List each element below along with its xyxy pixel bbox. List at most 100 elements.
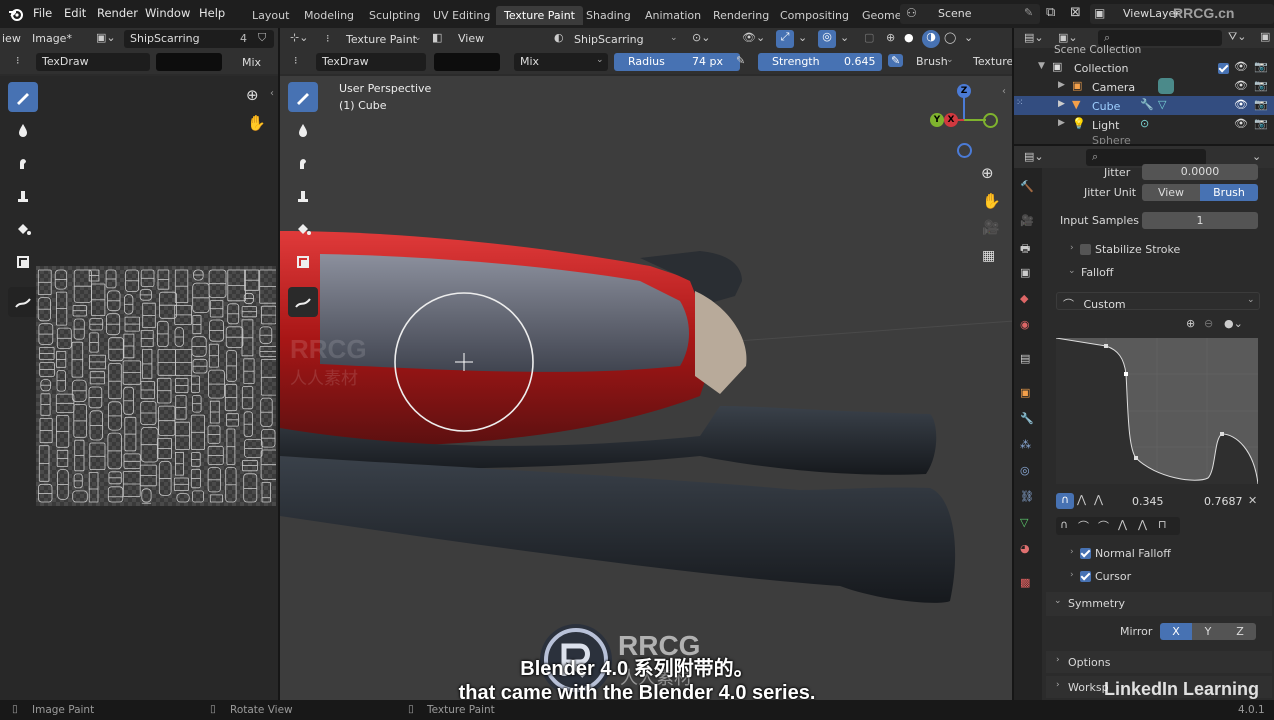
data-tab-icon[interactable]: ▽	[1020, 516, 1028, 529]
view-layer-tab-icon[interactable]: ▣	[1020, 266, 1030, 279]
light-data-icon[interactable]: ⊙	[1140, 117, 1149, 130]
delete-point-icon[interactable]: ✕	[1248, 494, 1257, 507]
shading-dropdown-icon[interactable]: ⌄	[964, 31, 973, 44]
curve-point-x[interactable]: 0.345	[1132, 495, 1164, 508]
solid-shading-icon[interactable]: ●	[904, 31, 914, 44]
image-editor[interactable]: ⊕ ✋ ‹	[0, 76, 278, 700]
scene-selector[interactable]: ⚇ Scene ✎	[900, 4, 1040, 24]
image-menu[interactable]: Image*	[32, 32, 72, 45]
render-camera-icon[interactable]: 📷	[1254, 60, 1268, 73]
strength-slider[interactable]: Strength 0.645	[758, 53, 882, 71]
annotate-tool-icon[interactable]	[288, 287, 318, 317]
sharp-preset-icon[interactable]: ⋀	[1118, 518, 1127, 531]
visibility-icon[interactable]: 👁⌄	[742, 31, 765, 44]
xray-icon[interactable]: ▢	[864, 31, 874, 44]
editor-type-icon[interactable]: ▤⌄	[1024, 150, 1044, 163]
tab-rendering[interactable]: Rendering	[713, 9, 769, 22]
outliner-row-light[interactable]: ▶ 💡 Light ⊙ 👁 📷	[1014, 116, 1274, 134]
particles-tab-icon[interactable]: ⁂	[1020, 438, 1031, 451]
brush-field[interactable]: TexDraw	[36, 53, 150, 71]
zoom-out-curve-icon[interactable]: ⊖	[1204, 317, 1213, 330]
options-chevron-icon[interactable]: ⌄	[1252, 150, 1261, 163]
mask-tool-icon[interactable]	[8, 247, 38, 277]
mode-selector[interactable]: ⁝ Texture Paint ⌄	[322, 30, 422, 48]
delete-scene-icon[interactable]: ⊠	[1070, 5, 1081, 20]
view-menu[interactable]: iew	[2, 32, 21, 45]
pin-icon[interactable]: ✎	[1024, 6, 1033, 19]
render-camera-icon[interactable]: 📷	[1254, 79, 1268, 92]
tab-shading[interactable]: Shading	[586, 9, 631, 22]
gizmo-x[interactable]: X	[944, 113, 958, 127]
image-name-field[interactable]: ShipScarring 4 ⛉	[124, 30, 274, 48]
brush-dots-icon[interactable]: ⁝	[16, 54, 20, 67]
zoom-icon[interactable]: ⊕	[981, 164, 994, 182]
mirror-z-button[interactable]: Z	[1224, 623, 1256, 640]
clone-tool-icon[interactable]	[288, 181, 318, 211]
scene-tab-icon[interactable]: ◆	[1020, 292, 1028, 305]
blender-logo-icon[interactable]	[8, 7, 24, 21]
cursor-checkbox[interactable]	[1080, 571, 1091, 582]
outliner-row-cube[interactable]: ⁙ ▶ ▼ Cube 🔧 ▽ 👁 📷	[1014, 96, 1274, 115]
collection-tab-icon[interactable]: ▤	[1020, 352, 1030, 365]
curve-point-y[interactable]: 0.7687	[1204, 495, 1243, 508]
blend-mode-select[interactable]: Mix ⌄	[514, 53, 608, 71]
menu-render[interactable]: Render	[97, 6, 138, 20]
linear-preset-icon[interactable]: ⋀	[1138, 518, 1147, 531]
eye-icon[interactable]: 👁	[1234, 98, 1248, 111]
falloff-curve-widget[interactable]	[1056, 338, 1258, 484]
render-camera-icon[interactable]: 📷	[1254, 98, 1268, 111]
stabilize-stroke-checkbox[interactable]	[1080, 244, 1091, 255]
constraints-tab-icon[interactable]: ⛓	[1020, 490, 1034, 503]
eye-icon[interactable]: 👁	[1234, 60, 1248, 73]
eye-icon[interactable]: 👁	[1234, 79, 1248, 92]
jitter-unit-brush-button[interactable]: Brush	[1200, 184, 1258, 201]
gizmo-y[interactable]: Y	[930, 113, 944, 127]
display-mode-icon[interactable]: ▣⌄	[1058, 31, 1078, 44]
fill-tool-icon[interactable]	[8, 214, 38, 244]
tab-texture-paint[interactable]: Texture Paint	[496, 6, 583, 25]
pressure-strength-icon[interactable]: ✎	[888, 54, 904, 67]
texture-tab-icon[interactable]: ▩	[1020, 576, 1030, 589]
render-camera-icon[interactable]: 📷	[1254, 117, 1268, 130]
tab-geometry-nodes[interactable]: Geome	[862, 9, 902, 22]
gizmo-neg-z[interactable]	[957, 143, 972, 158]
expand-arrow-icon[interactable]: ▶	[1058, 99, 1065, 109]
expand-arrow-icon[interactable]: ▶	[1058, 80, 1065, 90]
pressure-radius-icon[interactable]: ✎	[736, 54, 745, 67]
tab-modeling[interactable]: Modeling	[304, 9, 354, 22]
color-swatch[interactable]	[156, 53, 222, 71]
world-tab-icon[interactable]: ◉	[1020, 318, 1030, 331]
tab-animation[interactable]: Animation	[645, 9, 701, 22]
pan-hand-icon[interactable]: ✋	[982, 192, 1001, 210]
uv-texture-image[interactable]	[36, 266, 276, 506]
material-shading-icon[interactable]: ◑	[922, 30, 940, 48]
texture-menu[interactable]: Texture	[973, 55, 1013, 68]
color-swatch[interactable]	[434, 53, 500, 71]
view-layer-selector[interactable]: ▣ ViewLayer RRCG.cn	[1090, 4, 1274, 24]
object-tab-icon[interactable]: ▣	[1020, 386, 1030, 399]
smear-tool-icon[interactable]	[8, 148, 38, 178]
render-tab-icon[interactable]: 🎥	[1020, 214, 1034, 227]
mask-tool-icon[interactable]	[288, 247, 318, 277]
symmetry-panel-header[interactable]: ⌄ Symmetry	[1046, 592, 1272, 616]
root-preset-icon[interactable]: ⌒	[1098, 518, 1109, 534]
zoom-icon[interactable]: ⊕	[246, 86, 259, 104]
outliner-row-collection[interactable]: ▼ ▣ Collection 👁 📷	[1014, 59, 1274, 77]
gizmo-neg-y[interactable]	[983, 113, 998, 128]
blend-mode[interactable]: Mix	[242, 56, 261, 69]
smear-tool-icon[interactable]	[288, 148, 318, 178]
camera-view-icon[interactable]: 🎥	[982, 220, 999, 236]
overlay-toggle-icon[interactable]: ◎	[818, 30, 836, 48]
falloff-preset-select[interactable]: ⌒ Custom ⌄	[1056, 292, 1260, 311]
menu-edit[interactable]: Edit	[64, 6, 86, 20]
gizmo-z[interactable]: Z	[957, 84, 971, 98]
outliner[interactable]: ▤⌄ ▣⌄ ⌕ ⛛⌄ ▣ Scene Collection ▼ ▣ Collec…	[1014, 28, 1274, 144]
falloff-panel-header[interactable]: ⌄ Falloff	[1048, 263, 1270, 283]
annotate-tool-icon[interactable]	[8, 287, 38, 317]
expand-arrow-icon[interactable]: ▶	[1058, 118, 1065, 128]
sphere-preset-icon[interactable]: ⌒	[1078, 518, 1089, 534]
wireframe-shading-icon[interactable]: ⊕	[886, 31, 895, 44]
constant-preset-icon[interactable]: ⊓	[1158, 518, 1167, 531]
smooth-preset-icon[interactable]: ∩	[1060, 518, 1068, 531]
mirror-y-button[interactable]: Y	[1192, 623, 1224, 640]
